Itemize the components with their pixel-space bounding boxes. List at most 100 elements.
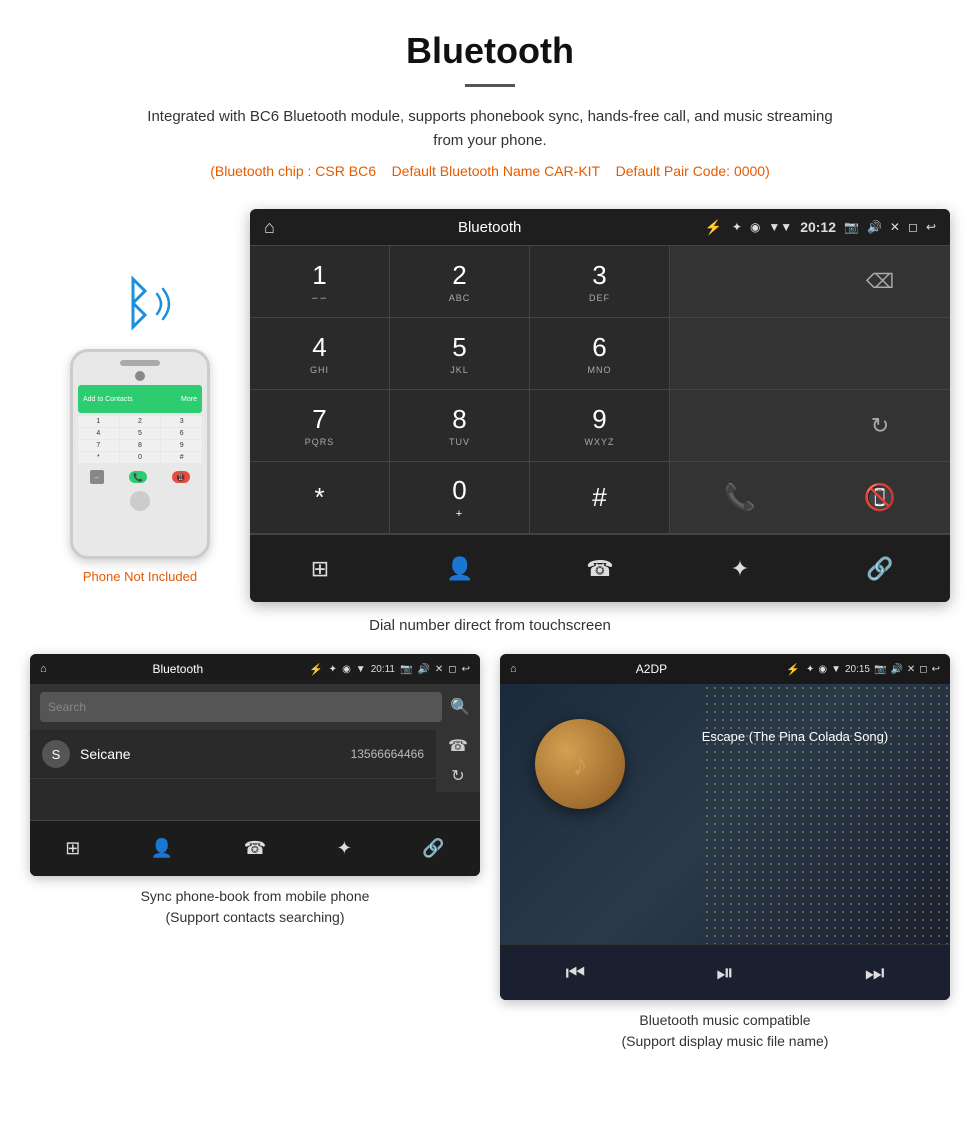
music-back-icon[interactable]: ↩ [932,664,940,675]
phone-call-btn: 📞 [129,471,147,483]
music-status-bar: ⌂ A2DP ⚡ ✦ ◉ ▼ 20:15 📷 🔊 ✕ ◻ ↩ [500,654,950,684]
phonebook-screen[interactable]: ⌂ Bluetooth ⚡ ✦ ◉ ▼ 20:11 📷 🔊 ✕ ◻ ↩ [30,654,480,876]
main-screenshot-area: Add to Contacts More 1 2 3 4 5 6 7 8 9 *… [0,209,980,602]
pb-bottom-link[interactable]: 🔗 [422,838,444,859]
dial-key-6[interactable]: 6 MNO [530,318,670,390]
music-song-title: Escape (The Pina Colada Song) [655,729,935,744]
music-win-icon[interactable]: ◻ [919,664,927,675]
music-next-icon[interactable]: ⏭ [865,960,885,986]
dial-num-star: * [314,482,324,513]
pb-bottom-grid[interactable]: ⊞ [65,838,80,859]
call-red-icon: 📵 [864,482,896,513]
close-btn-icon[interactable]: ✕ [890,220,900,234]
music-controls[interactable]: ⏮ ⏯ ⏭ [500,944,950,1000]
phone-side: Add to Contacts More 1 2 3 4 5 6 7 8 9 *… [30,209,250,584]
key-9: 9 [161,440,202,451]
dial-home-icon[interactable]: ⌂ [264,217,275,238]
music-block: ⌂ A2DP ⚡ ✦ ◉ ▼ 20:15 📷 🔊 ✕ ◻ ↩ [500,654,950,1052]
pb-refresh-right-icon[interactable]: ↻ [451,766,464,786]
bottom-grid-icon[interactable]: ⊞ [295,544,345,594]
dial-caption-text: Dial number direct from touchscreen [369,617,611,634]
bottom-bluetooth-icon[interactable]: ✦ [715,544,765,594]
key-4: 4 [78,428,119,439]
bluetooth-signal-area [95,269,185,339]
pb-bottom-bar[interactable]: ⊞ 👤 ☎ ✦ 🔗 [30,820,480,876]
dial-key-4[interactable]: 4 GHI [250,318,390,390]
pb-search-input[interactable]: Search [40,692,442,722]
phone-screen-text: Add to Contacts [83,396,133,403]
car-dial-screen[interactable]: ⌂ Bluetooth ⚡ ✦ ◉ ▼▼ 20:12 📷 🔊 ✕ ◻ ↩ 1 ∽… [250,209,950,602]
dial-num-5: 5 [452,332,466,363]
dial-key-1[interactable]: 1 ∽∽ [250,246,390,318]
pb-usb-icon: ⚡ [309,663,323,676]
pb-search-icon[interactable]: 🔍 [450,697,470,717]
key-3: 3 [161,416,202,427]
dial-num-0: 0 [452,475,466,506]
spec-code: Default Pair Code: 0000) [616,163,770,179]
music-bg: ♪ Escape (The Pina Colada Song) [500,684,950,944]
phone-back-btn: ← [90,470,104,484]
dial-key-3[interactable]: 3 DEF [530,246,670,318]
dial-num-1: 1 [312,260,326,291]
dial-key-0[interactable]: 0 + [390,462,530,534]
music-caption: Bluetooth music compatible (Support disp… [500,1010,950,1052]
pb-bottom-phone[interactable]: ☎ [244,838,266,859]
pb-bottom-contacts[interactable]: 👤 [151,838,173,859]
dial-empty-4 [670,390,810,462]
volume-icon: 🔊 [867,220,882,234]
dialpad-bottom-bar[interactable]: ⊞ 👤 ☎ ✦ 🔗 [250,534,950,602]
back-icon[interactable]: ↩ [926,220,936,234]
dial-key-8[interactable]: 8 TUV [390,390,530,462]
dial-key-star[interactable]: * [250,462,390,534]
dial-key-9[interactable]: 9 WXYZ [530,390,670,462]
music-home-icon[interactable]: ⌂ [510,663,517,675]
dial-key-hash[interactable]: # [530,462,670,534]
music-play-icon[interactable]: ⏯ [716,960,734,986]
pb-time: 20:11 [371,664,395,675]
phone-mockup: Add to Contacts More 1 2 3 4 5 6 7 8 9 *… [70,349,210,559]
dial-num-2: 2 [452,260,466,291]
bottom-contacts-icon[interactable]: 👤 [435,544,485,594]
dial-key-7[interactable]: 7 PQRS [250,390,390,462]
dial-refresh[interactable]: ↻ [810,390,950,462]
music-song-info: Escape (The Pina Colada Song) [645,699,935,744]
pb-bottom-bt[interactable]: ✦ [337,838,352,859]
window-icon[interactable]: ◻ [908,220,918,234]
key-hash: # [161,452,202,463]
music-prev-icon[interactable]: ⏮ [565,960,585,986]
dial-key-2[interactable]: 2 ABC [390,246,530,318]
dial-status-icons: ✦ ◉ ▼▼ 20:12 📷 🔊 ✕ ◻ ↩ [732,219,936,235]
dialpad-grid[interactable]: 1 ∽∽ 2 ABC 3 DEF ⌫ 4 GHI 5 JKL [250,245,950,534]
pb-back-icon[interactable]: ↩ [462,664,470,675]
pb-call-right-icon[interactable]: ☎ [448,736,468,756]
camera-icon: 📷 [844,220,859,234]
title-divider [465,84,515,87]
bottom-link-icon[interactable]: 🔗 [855,544,905,594]
music-content: ♪ Escape (The Pina Colada Song) [500,684,950,834]
pb-win-icon[interactable]: ◻ [448,664,456,675]
music-screen[interactable]: ⌂ A2DP ⚡ ✦ ◉ ▼ 20:15 📷 🔊 ✕ ◻ ↩ [500,654,950,1000]
pb-contact-row[interactable]: S Seicane 13566664466 [30,730,436,779]
call-green-icon: 📞 [724,482,756,513]
bottom-phone-icon[interactable]: ☎ [575,544,625,594]
dial-empty-3 [810,318,950,390]
pb-close-icon[interactable]: ✕ [435,664,443,675]
status-time: 20:12 [800,219,836,235]
phone-end-btn: 📵 [172,471,190,483]
phone-bottom-bar: ← 📞 📵 [73,467,207,487]
key-6: 6 [161,428,202,439]
music-sig-icon: ▼ [831,664,841,675]
phone-screen-top: Add to Contacts More [78,385,202,413]
pb-loc-icon: ◉ [342,664,351,675]
dial-key-5[interactable]: 5 JKL [390,318,530,390]
dial-backspace[interactable]: ⌫ [810,246,950,318]
dial-screen-title: Bluetooth [285,219,695,236]
pb-contact-area: S Seicane 13566664466 ☎ ↻ [30,730,480,820]
music-close-icon[interactable]: ✕ [907,664,915,675]
location-icon: ◉ [750,220,760,234]
dial-call-green[interactable]: 📞 [670,462,810,534]
pb-home-icon[interactable]: ⌂ [40,663,47,675]
dial-call-red[interactable]: 📵 [810,462,950,534]
dial-status-bar: ⌂ Bluetooth ⚡ ✦ ◉ ▼▼ 20:12 📷 🔊 ✕ ◻ ↩ [250,209,950,245]
pb-sig-icon: ▼ [356,664,366,675]
